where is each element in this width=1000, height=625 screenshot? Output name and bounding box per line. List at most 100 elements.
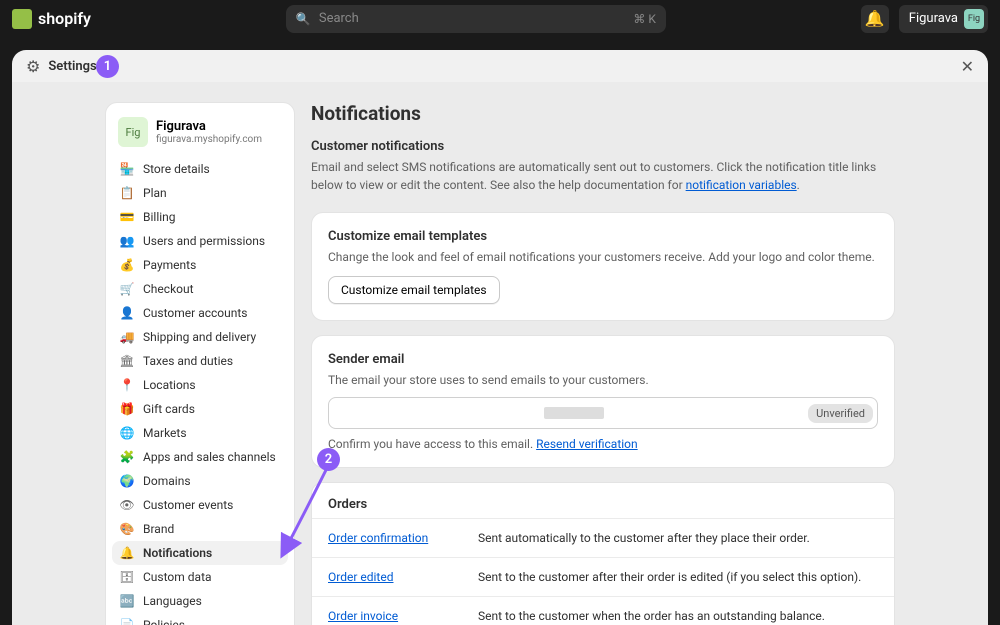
sidebar-item-payments[interactable]: 💰 Payments — [112, 253, 288, 277]
sidebar-item-label: Gift cards — [143, 402, 195, 416]
nav-icon: 🎨 — [120, 522, 134, 536]
search-icon: 🔍 — [296, 12, 311, 26]
customize-templates-card: Customize email templates Change the loo… — [311, 212, 895, 321]
sidebar-item-label: Shipping and delivery — [143, 330, 256, 344]
sidebar-item-plan[interactable]: 📋 Plan — [112, 181, 288, 205]
store-logo: Fig — [118, 117, 148, 147]
order-notification-desc: Sent to the customer when the order has … — [478, 609, 825, 623]
nav-icon: 🎁 — [120, 402, 134, 416]
shopify-logo-icon — [12, 9, 32, 29]
sidebar-item-label: Languages — [143, 594, 202, 608]
annotation-badge-1: 1 — [96, 55, 119, 78]
sidebar-item-apps-and-sales-channels[interactable]: 🧩 Apps and sales channels — [112, 445, 288, 469]
sidebar-item-label: Users and permissions — [143, 234, 265, 248]
search-placeholder: Search — [319, 11, 626, 26]
modal-body: Fig Figurava figurava.myshopify.com 🏪 Sto… — [12, 82, 988, 625]
order-notification-link[interactable]: Order invoice — [328, 609, 398, 623]
topbar: shopify 🔍 Search ⌘ K 🔔 Figurava Fig — [0, 0, 1000, 37]
sidebar-item-notifications[interactable]: 🔔 Notifications — [112, 541, 288, 565]
nav-icon: 🗄 — [120, 570, 134, 584]
page-title: Notifications — [311, 102, 895, 125]
nav-icon: 🧩 — [120, 450, 134, 464]
sender-email-desc: The email your store uses to send emails… — [328, 371, 878, 389]
annotation-badge-2: 2 — [317, 448, 340, 471]
nav-icon: 🔤 — [120, 594, 134, 608]
sidebar-item-label: Store details — [143, 162, 210, 176]
gear-icon: ⚙ — [26, 57, 40, 76]
sidebar-item-markets[interactable]: 🌐Markets — [112, 421, 288, 445]
sidebar-item-checkout[interactable]: 🛒 Checkout — [112, 277, 288, 301]
sender-email-input[interactable] — [339, 406, 544, 420]
sidebar-item-label: Customer events — [143, 498, 233, 512]
orders-card: Orders Order confirmation Sent automatica… — [311, 482, 895, 625]
nav-icon: 👥 — [120, 234, 134, 248]
customize-templates-heading: Customize email templates — [328, 229, 878, 244]
nav-icon: 🛒 — [120, 282, 134, 296]
sidebar-item-label: Checkout — [143, 282, 194, 296]
modal-header: ⚙ Settings 1 ✕ — [12, 50, 988, 82]
sidebar-item-shipping-and-delivery[interactable]: 🚚 Shipping and delivery — [112, 325, 288, 349]
order-notification-desc: Sent automatically to the customer after… — [478, 531, 810, 545]
sidebar-item-label: Domains — [143, 474, 191, 488]
order-row: Order confirmation Sent automatically to … — [312, 518, 894, 557]
sidebar-item-label: Taxes and duties — [143, 354, 233, 368]
resend-verification-link[interactable]: Resend verification — [536, 437, 638, 451]
sidebar-item-locations[interactable]: 📍 Locations — [112, 373, 288, 397]
sidebar-item-domains[interactable]: 🌍 Domains — [112, 469, 288, 493]
sidebar-item-label: Apps and sales channels — [143, 450, 276, 464]
close-button[interactable]: ✕ — [961, 57, 974, 76]
nav-icon: 🔔 — [120, 546, 134, 560]
store-info[interactable]: Fig Figurava figurava.myshopify.com — [112, 109, 288, 157]
nav-icon: 🏛 — [120, 354, 134, 368]
order-notification-link[interactable]: Order edited — [328, 570, 394, 584]
search-input[interactable]: 🔍 Search ⌘ K — [286, 5, 666, 33]
logo[interactable]: shopify — [12, 9, 91, 29]
modal-title: Settings — [48, 59, 96, 74]
bell-icon: 🔔 — [865, 9, 885, 28]
sidebar-item-customer-events[interactable]: 👁 Customer events — [112, 493, 288, 517]
customer-notifications-heading: Customer notifications — [311, 139, 895, 154]
sidebar-item-label: Customer accounts — [143, 306, 248, 320]
sidebar-item-label: Policies — [143, 618, 185, 625]
sidebar-item-languages[interactable]: 🔤 Languages — [112, 589, 288, 613]
customer-notifications-desc: Email and select SMS notifications are a… — [311, 158, 895, 194]
customize-templates-desc: Change the look and feel of email notifi… — [328, 248, 878, 266]
sidebar-item-label: Billing — [143, 210, 176, 224]
nav-icon: 🌍 — [120, 474, 134, 488]
nav-icon: 💳 — [120, 210, 134, 224]
order-row: Order editedSent to the customer after t… — [312, 557, 894, 596]
sidebar-item-store-details[interactable]: 🏪 Store details — [112, 157, 288, 181]
notifications-bell-button[interactable]: 🔔 — [861, 5, 889, 33]
sidebar-item-billing[interactable]: 💳 Billing — [112, 205, 288, 229]
nav-icon: 📍 — [120, 378, 134, 392]
nav-icon: 📋 — [120, 186, 134, 200]
orders-heading: Orders — [312, 483, 894, 518]
sidebar-item-users-and-permissions[interactable]: 👥 Users and permissions — [112, 229, 288, 253]
notification-variables-link[interactable]: notification variables — [686, 178, 797, 192]
logo-text: shopify — [38, 9, 91, 28]
order-notification-link[interactable]: Order confirmation — [328, 531, 428, 545]
confirm-text: Confirm you have access to this email. R… — [328, 437, 878, 451]
sidebar-item-custom-data[interactable]: 🗄Custom data — [112, 565, 288, 589]
order-row: Order invoice Sent to the customer when t… — [312, 596, 894, 625]
sender-email-row: Unverified — [328, 397, 878, 429]
sidebar-item-label: Plan — [143, 186, 167, 200]
sidebar-item-label: Locations — [143, 378, 196, 392]
store-menu-button[interactable]: Figurava Fig — [899, 5, 988, 33]
nav-icon: 👤 — [120, 306, 134, 320]
sidebar-item-customer-accounts[interactable]: 👤 Customer accounts — [112, 301, 288, 325]
nav-icon: 💰 — [120, 258, 134, 272]
settings-sidebar: Fig Figurava figurava.myshopify.com 🏪 Sto… — [105, 102, 295, 625]
sidebar-item-taxes-and-duties[interactable]: 🏛 Taxes and duties — [112, 349, 288, 373]
sidebar-item-label: Notifications — [143, 546, 212, 560]
sidebar-item-brand[interactable]: 🎨 Brand — [112, 517, 288, 541]
customize-email-templates-button[interactable]: Customize email templates — [328, 276, 500, 304]
sidebar-item-policies[interactable]: 📄Policies — [112, 613, 288, 625]
nav-icon: 🏪 — [120, 162, 134, 176]
sidebar-item-gift-cards[interactable]: 🎁 Gift cards — [112, 397, 288, 421]
nav-icon: 🌐 — [120, 426, 134, 440]
sidebar-item-label: Brand — [143, 522, 174, 536]
nav-icon: 👁 — [120, 498, 134, 512]
nav-icon: 🚚 — [120, 330, 134, 344]
sidebar-item-label: Payments — [143, 258, 196, 272]
